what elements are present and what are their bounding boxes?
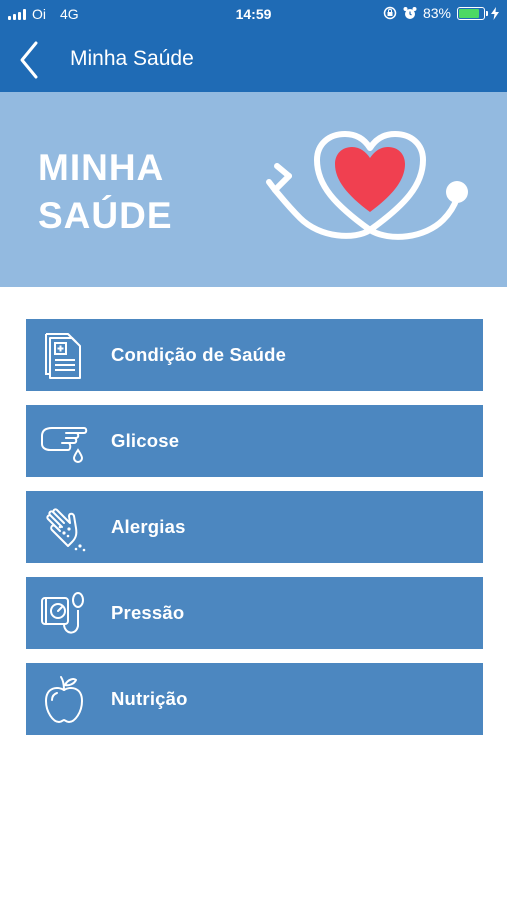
- banner-title-line-2: SAÚDE: [38, 195, 173, 236]
- menu-item-glicose[interactable]: Glicose: [26, 405, 483, 477]
- finger-blood-drop-icon: [41, 427, 88, 463]
- apple-icon: [45, 676, 83, 723]
- screen-lock-icon: [383, 6, 397, 20]
- back-button[interactable]: [14, 40, 50, 80]
- menu-item-alergias[interactable]: Alergias: [26, 491, 483, 563]
- heart-stethoscope-icon: [266, 131, 468, 240]
- alarm-icon: [403, 7, 417, 19]
- app-screen: Oi 4G 14:59 83% Minha Saúde MINHA SAÚDE …: [0, 0, 507, 900]
- blood-pressure-monitor-icon: [41, 592, 84, 634]
- menu-item-label: Condição de Saúde: [111, 344, 287, 365]
- battery-level: [459, 8, 479, 18]
- allergy-hand-icon: [46, 508, 86, 552]
- menu-item-label: Nutrição: [111, 688, 188, 709]
- banner-title-line-1: MINHA: [38, 147, 165, 188]
- menu-item-label: Alergias: [111, 516, 186, 537]
- chevron-left-icon: [20, 41, 38, 79]
- menu-item-label: Glicose: [111, 430, 180, 451]
- banner-title: MINHA SAÚDE: [38, 144, 173, 240]
- medical-document-icon: [45, 333, 81, 379]
- menu-item-label: Pressão: [111, 602, 185, 623]
- status-right: 83%: [383, 5, 499, 21]
- menu-item-pressao[interactable]: Pressão: [26, 577, 483, 649]
- battery-percent: 83%: [422, 5, 451, 21]
- menu-item-nutricao[interactable]: Nutrição: [26, 663, 483, 735]
- nav-bar: Minha Saúde: [0, 28, 507, 92]
- banner: MINHA SAÚDE: [0, 92, 507, 287]
- page-title: Minha Saúde: [70, 47, 194, 70]
- health-menu: Condição de Saúde Glicose Alergias Press…: [26, 319, 483, 749]
- battery-icon: [457, 6, 488, 20]
- charging-icon: [491, 6, 499, 20]
- status-bar: Oi 4G 14:59 83%: [0, 0, 507, 28]
- menu-item-condicao-de-saude[interactable]: Condição de Saúde: [26, 319, 483, 391]
